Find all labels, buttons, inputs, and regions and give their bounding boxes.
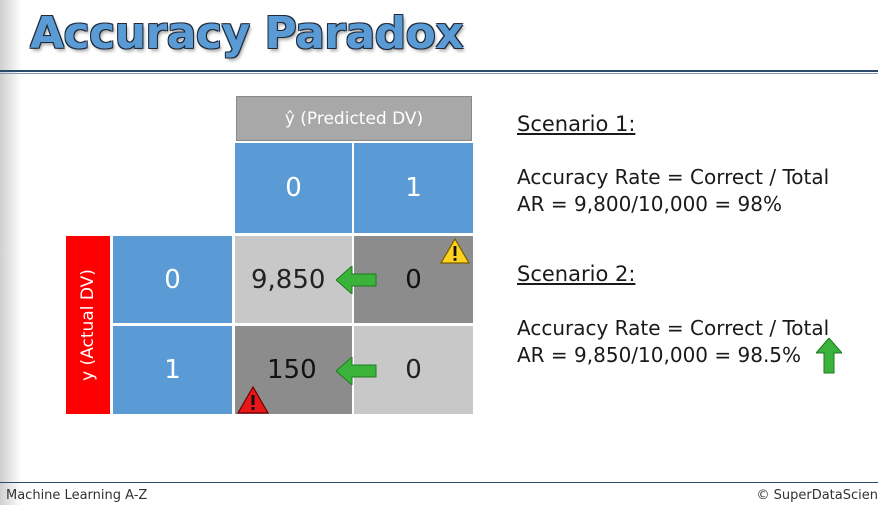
scenario-2-heading: Scenario 2: — [517, 262, 636, 286]
scenario-2-line-2: AR = 9,850/10,000 = 98.5% — [517, 343, 802, 367]
col-label-1: 1 — [354, 143, 473, 233]
warning-red-icon — [237, 386, 269, 414]
slide-title: Accuracy Paradox — [30, 8, 464, 59]
arrow-left-icon — [336, 266, 377, 294]
arrow-up-icon — [816, 338, 842, 374]
left-edge-shade — [0, 0, 22, 505]
footer-copyright: © SuperDataScien — [756, 488, 878, 503]
arrow-left-icon — [336, 357, 377, 385]
actual-dv-header: y (Actual DV) — [66, 236, 110, 414]
warning-yellow-icon — [440, 238, 470, 264]
actual-dv-header-label: y (Actual DV) — [78, 269, 98, 381]
row-label-1: 1 — [113, 326, 232, 414]
col-label-0: 0 — [235, 143, 352, 233]
footer-divider — [0, 482, 878, 483]
scenario-1-line-1: Accuracy Rate = Correct / Total — [517, 165, 830, 189]
predicted-dv-header: ŷ (Predicted DV) — [236, 96, 472, 141]
footer-course-name: Machine Learning A-Z — [6, 488, 148, 503]
row-label-0: 0 — [113, 236, 232, 323]
scenario-1-heading: Scenario 1: — [517, 112, 636, 136]
scenario-2-line-1: Accuracy Rate = Correct / Total — [517, 316, 830, 340]
title-divider — [0, 70, 878, 72]
scenario-1-line-2: AR = 9,800/10,000 = 98% — [517, 192, 782, 216]
cell-0-0: 9,850 — [235, 236, 352, 323]
title-divider-thin — [0, 73, 878, 74]
